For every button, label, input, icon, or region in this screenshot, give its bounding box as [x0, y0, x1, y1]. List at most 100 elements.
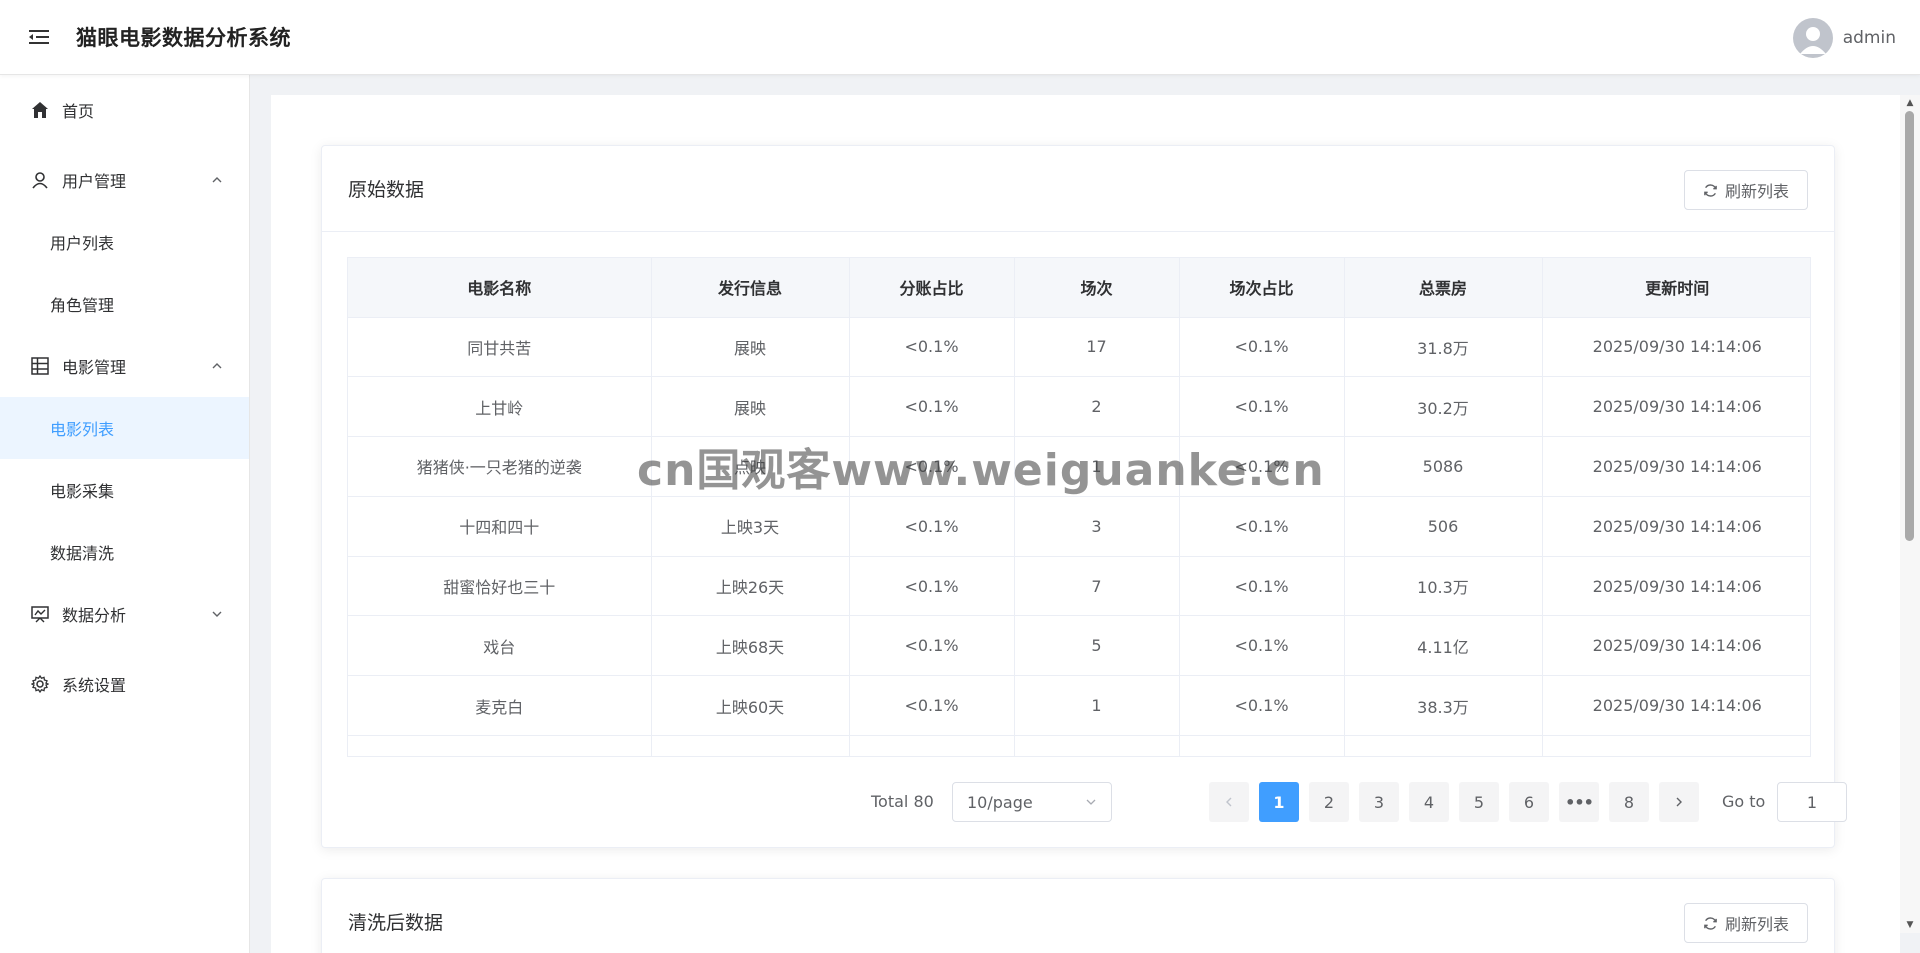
sidebar-item-user-management[interactable]: 用户管理: [0, 149, 249, 211]
home-icon: [30, 100, 50, 120]
table-cell: 上映26天: [651, 556, 850, 617]
sidebar-item-label: 用户管理: [62, 172, 127, 191]
page-button[interactable]: 3: [1359, 782, 1399, 822]
chevron-up-icon: [212, 363, 222, 369]
table-row: 戏台 上映68天 <0.1% 5 <0.1% 4.11亿 2025/09/30 14:14:…: [348, 615, 1810, 677]
table-cell: 2025/09/30 14:14:06: [1542, 556, 1810, 617]
table-cell: 展映: [651, 376, 850, 438]
page-button[interactable]: 1: [1259, 782, 1299, 822]
table-cell: 2025/09/30 14:14:06: [1542, 675, 1810, 737]
table-cell: 上甘岭: [348, 376, 652, 438]
table-cell: <0.1%: [849, 615, 1015, 677]
avatar[interactable]: [1792, 17, 1833, 58]
table-cell: 506: [1344, 496, 1543, 557]
sidebar-item-role-management[interactable]: 角色管理: [0, 273, 249, 335]
sidebar-item-data-cleaning[interactable]: 数据清洗: [0, 521, 249, 583]
goto-page-input[interactable]: [1777, 782, 1847, 822]
table-cell: 1: [1014, 436, 1180, 497]
table-cell: [348, 735, 652, 756]
menu-fold-icon[interactable]: [26, 24, 52, 50]
table-row: 十四和四十 上映3天 <0.1% 3 <0.1% 506 2025/09/30 14:14:…: [348, 496, 1810, 557]
sidebar-item-data-analysis[interactable]: 数据分析: [0, 583, 249, 645]
page-button[interactable]: 2: [1309, 782, 1349, 822]
table-cell: 上映60天: [651, 675, 850, 737]
sidebar-item-movie-crawl[interactable]: 电影采集: [0, 459, 249, 521]
column-header: 电影名称: [348, 258, 652, 318]
refresh-list-button[interactable]: 刷新列表: [1683, 903, 1808, 943]
table-cell: 展映: [651, 317, 850, 378]
table-cell: <0.1%: [1179, 496, 1345, 557]
table-cell: 甜蜜恰好也三十: [348, 556, 652, 617]
column-header: 总票房: [1344, 258, 1543, 318]
column-header: 发行信息: [651, 258, 850, 318]
user-menu[interactable]: admin: [1792, 0, 1896, 75]
next-page-button[interactable]: [1659, 782, 1699, 822]
card-title: 原始数据: [348, 179, 425, 201]
table-cell: <0.1%: [1179, 556, 1345, 617]
table-cell: 戏台: [348, 615, 652, 677]
table-cell: 30.2万: [1344, 376, 1543, 438]
column-header: 场次占比: [1179, 258, 1345, 318]
table-cell: 上映3天: [651, 496, 850, 557]
table-cell: 麦克白: [348, 675, 652, 737]
sidebar-item-label: 系统设置: [62, 676, 127, 695]
table-cell: [849, 735, 1015, 756]
more-pages-button[interactable]: •••: [1559, 782, 1599, 822]
table-row: 上甘岭 展映 <0.1% 2 <0.1% 30.2万 2025/09/30 14:14:06: [348, 376, 1810, 438]
table-cell: 17: [1014, 317, 1180, 378]
table-cell: 十四和四十: [348, 496, 652, 557]
page-button[interactable]: 6: [1509, 782, 1549, 822]
sidebar: 首页 用户管理 用户列表 角色管理 电影管理 电影列表 电影采集 数据清洗 数据…: [0, 75, 250, 953]
table-cell: 2025/09/30 14:14:06: [1542, 436, 1810, 497]
sidebar-item-movie-list[interactable]: 电影列表: [0, 397, 249, 459]
table-cell: 2025/09/30 14:14:06: [1542, 317, 1810, 378]
table-cell: 31.8万: [1344, 317, 1543, 378]
sidebar-item-user-list[interactable]: 用户列表: [0, 211, 249, 273]
refresh-list-button[interactable]: 刷新列表: [1683, 170, 1808, 210]
raw-data-card: 原始数据 刷新列表 电影名称 发行信息 分账占比 场次 场次占比 总票房 更新时…: [321, 145, 1847, 848]
refresh-button-label: 刷新列表: [1724, 182, 1789, 201]
sidebar-item-home[interactable]: 首页: [0, 79, 249, 141]
prev-page-button[interactable]: [1209, 782, 1249, 822]
table-cell: 5086: [1344, 436, 1543, 497]
table-cell: 5: [1014, 615, 1180, 677]
scroll-up-arrow-icon[interactable]: ▲: [1900, 95, 1920, 111]
table-cell: 点映: [651, 436, 850, 497]
column-header: 场次: [1014, 258, 1180, 318]
page-button[interactable]: 8: [1609, 782, 1649, 822]
table-cell: 7: [1014, 556, 1180, 617]
sidebar-item-settings[interactable]: 系统设置: [0, 653, 249, 715]
content-panel: 原始数据 刷新列表 电影名称 发行信息 分账占比 场次 场次占比 总票房 更新时…: [271, 95, 1900, 953]
table-cell: 2: [1014, 376, 1180, 438]
table-cell: <0.1%: [849, 675, 1015, 737]
table-cell: [1542, 735, 1810, 756]
chevron-down-icon: [212, 611, 222, 617]
column-header: 分账占比: [849, 258, 1015, 318]
scrollbar-thumb[interactable]: [1905, 111, 1914, 541]
vertical-scrollbar[interactable]: ▲ ▼: [1900, 95, 1920, 933]
card-header: 清洗后数据 刷新列表: [322, 879, 1834, 953]
table-cell: 猪猪侠·一只老猪的逆袭: [348, 436, 652, 497]
cleaned-data-card: 清洗后数据 刷新列表: [321, 878, 1835, 953]
username[interactable]: admin: [1843, 28, 1896, 48]
sidebar-item-movie-management[interactable]: 电影管理: [0, 335, 249, 397]
goto-label: Go to: [1722, 792, 1766, 811]
grid-icon: [30, 356, 50, 376]
table-cell: <0.1%: [849, 317, 1015, 378]
page-button[interactable]: 5: [1459, 782, 1499, 822]
table-cell: [651, 735, 850, 756]
scroll-down-arrow-icon[interactable]: ▼: [1900, 917, 1920, 933]
pagination-total: Total 80: [871, 792, 934, 811]
table-cell: <0.1%: [1179, 376, 1345, 438]
app-title: 猫眼电影数据分析系统: [76, 26, 291, 50]
table-cell: 4.11亿: [1344, 615, 1543, 677]
page-button[interactable]: 4: [1409, 782, 1449, 822]
page-size-select[interactable]: 10/page: [952, 782, 1112, 822]
chevron-down-icon: [1086, 799, 1096, 805]
sidebar-item-label: 首页: [62, 102, 95, 121]
page-size-value: 10/page: [967, 792, 1033, 812]
chevron-up-icon: [212, 177, 222, 183]
table-cell: [1179, 735, 1345, 756]
refresh-icon: [1703, 182, 1719, 198]
table-row: 同甘共苦 展映 <0.1% 17 <0.1% 31.8万 2025/09/30 14:14:…: [348, 317, 1810, 378]
